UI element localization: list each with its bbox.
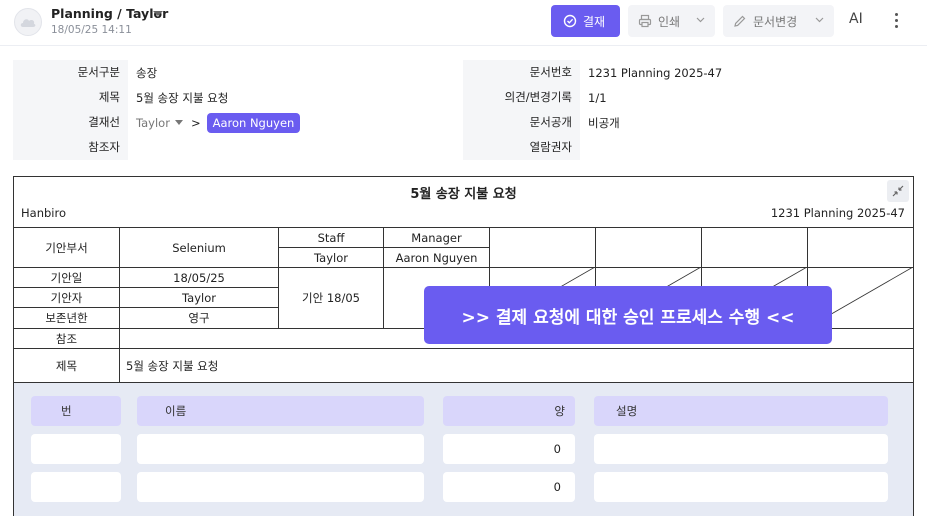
public-value: 비공개	[588, 115, 620, 130]
col-header-qty: 양	[443, 396, 575, 426]
drafter-label: 기안자	[13, 287, 120, 308]
title-dropdown-icon[interactable]	[153, 11, 163, 16]
item-desc-input[interactable]	[594, 472, 888, 502]
doc-subject-value: 5월 송장 지불 요청	[119, 348, 914, 383]
approval-banner: >> 결제 요청에 대한 승인 프로세스 수행 <<	[424, 286, 832, 344]
approval-line-label: 결재선	[13, 110, 128, 135]
doc-change-button[interactable]: 문서변경	[723, 5, 834, 37]
approval-arrow: >	[190, 115, 201, 130]
top-bar: Planning / Taylor 18/05/25 14:11 결재 인쇄 문…	[0, 0, 927, 46]
subject-label: 제목	[13, 85, 128, 110]
print-button[interactable]: 인쇄	[628, 5, 715, 37]
doc-type-label: 문서구분	[13, 60, 128, 85]
item-no-input[interactable]	[31, 434, 121, 464]
empty-approval-header	[701, 227, 808, 268]
cc-label: 참조자	[13, 135, 128, 160]
col-header-desc: 설명	[594, 396, 888, 426]
date-label: 기안일	[13, 267, 120, 288]
item-no-input[interactable]	[31, 472, 121, 502]
chevron-down-icon	[815, 17, 824, 23]
print-label: 인쇄	[658, 14, 681, 29]
retention-label: 보존년한	[13, 307, 120, 329]
doc-change-label: 문서변경	[753, 14, 798, 29]
meta-right: 문서번호 1231 Planning 2025-47 의견/변경기록 1/1 문…	[463, 60, 913, 160]
public-label: 문서공개	[463, 110, 580, 135]
approver-to[interactable]: Aaron Nguyen	[206, 112, 301, 133]
ai-button[interactable]: AI	[849, 11, 863, 27]
items-table: 번 이름 양 설명 0 0	[14, 383, 913, 516]
approval-line: Taylor > Aaron Nguyen	[128, 112, 301, 133]
collapse-icon	[892, 185, 904, 197]
empty-approval-header	[489, 227, 596, 268]
page-title: Planning / Taylor	[51, 6, 169, 21]
drafter-value: Taylor	[119, 287, 279, 308]
chevron-down-icon	[696, 17, 705, 23]
ref-label: 참조	[13, 328, 120, 349]
more-options-icon[interactable]	[894, 13, 900, 29]
approve-label: 결재	[583, 14, 606, 29]
pencil-icon	[734, 15, 746, 27]
col-header-name: 이름	[137, 396, 424, 426]
doc-no-value: 1231 Planning 2025-47	[588, 65, 723, 80]
item-name-input[interactable]	[137, 472, 424, 502]
meta-left: 문서구분 송장 제목 5월 송장 지불 요청 결재선 Taylor > Aaro…	[13, 60, 448, 160]
item-qty-input[interactable]: 0	[443, 472, 575, 502]
dept-label: 기안부서	[13, 227, 120, 268]
date-value: 18/05/25	[119, 267, 279, 288]
opinion-value[interactable]: 1/1	[580, 91, 607, 105]
approve-button[interactable]: 결재	[551, 5, 620, 37]
cloud-logo-icon	[20, 19, 36, 27]
doc-no-label: 문서번호	[463, 60, 580, 85]
doc-number: 1231 Planning 2025-47	[770, 206, 905, 220]
check-circle-icon	[563, 14, 577, 28]
printer-icon	[638, 14, 652, 28]
dept-value: Selenium	[119, 227, 279, 268]
approver-dropdown-icon[interactable]	[174, 120, 183, 125]
manager-name: Aaron Nguyen	[383, 247, 490, 268]
staff-label: Staff	[278, 227, 384, 248]
item-name-input[interactable]	[137, 434, 424, 464]
col-header-no: 번	[31, 396, 121, 426]
doc-title: 5월 송장 지불 요청	[410, 187, 517, 202]
retention-value: 영구	[119, 307, 279, 329]
doc-type-value: 송장	[136, 65, 158, 80]
subject-value: 5월 송장 지불 요청	[136, 90, 229, 105]
empty-approval-header	[807, 227, 914, 268]
viewer-label: 열람권자	[463, 135, 580, 160]
item-desc-input[interactable]	[594, 434, 888, 464]
item-qty-input[interactable]: 0	[443, 434, 575, 464]
empty-approval-header	[595, 227, 702, 268]
opinion-label: 의견/변경기록	[463, 85, 580, 110]
created-datetime: 18/05/25 14:11	[51, 24, 132, 36]
manager-label: Manager	[383, 227, 490, 248]
company-name: Hanbiro	[21, 206, 66, 220]
doc-subject-label: 제목	[13, 348, 120, 383]
collapse-button[interactable]	[887, 180, 909, 202]
staff-name: Taylor	[278, 247, 384, 268]
avatar[interactable]	[14, 8, 42, 36]
draft-stamp: 기안 18/05	[278, 267, 384, 329]
approver-from[interactable]: Taylor	[136, 116, 170, 130]
